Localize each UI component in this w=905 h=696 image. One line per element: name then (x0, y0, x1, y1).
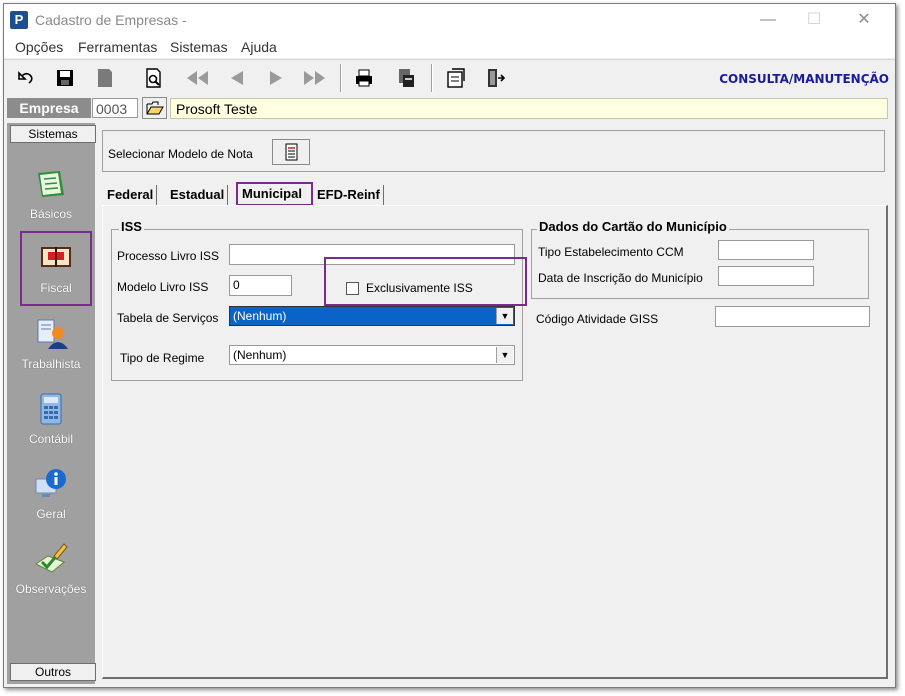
select-modelo-nota-button[interactable] (272, 139, 310, 165)
mode-label: CONSULTA/MANUTENÇÃO (719, 72, 889, 86)
sidebar-item-contabil[interactable]: Contábil (7, 388, 95, 458)
toolbar-separator (431, 64, 433, 92)
sidebar-item-observacoes[interactable]: Observações (7, 538, 95, 608)
cartao-municipio-title: Dados do Cartão do Município (537, 219, 729, 234)
sidebar-item-label: Fiscal (40, 281, 72, 295)
sidebar-item-label: Básicos (29, 207, 73, 221)
sidebar-item-label: Geral (36, 507, 66, 521)
app-logo-icon: P (10, 11, 28, 29)
print-preview-icon[interactable] (143, 67, 165, 89)
systems-sidebar: Sistemas Básicos Fiscal Trabalhista Cont… (7, 123, 96, 684)
sidebar-item-geral[interactable]: Geral (7, 463, 95, 533)
sidebar-item-basicos[interactable]: Básicos (7, 163, 95, 233)
save-icon[interactable] (54, 67, 76, 89)
sidebar-item-trabalhista[interactable]: Trabalhista (7, 313, 95, 383)
bookmark-icon[interactable] (94, 67, 116, 89)
modelo-livro-iss-input[interactable]: 0 (229, 275, 292, 296)
sidebar-footer-outros[interactable]: Outros (10, 663, 96, 681)
menu-ajuda[interactable]: Ajuda (241, 39, 277, 55)
chevron-down-icon[interactable]: ▼ (496, 347, 513, 363)
book-icon (38, 171, 64, 197)
sidebar-item-fiscal[interactable]: Fiscal (20, 231, 92, 306)
menu-bar: Opções Ferramentas Sistemas Ajuda (4, 36, 895, 58)
empresa-name-field[interactable]: Prosoft Teste (170, 98, 888, 119)
cartao-municipio-group (531, 229, 869, 299)
calculator-icon (40, 393, 62, 425)
tipo-estabelecimento-ccm-label: Tipo Estabelecimento CCM (538, 245, 684, 259)
tab-municipal[interactable]: Municipal (236, 182, 313, 206)
title-bar: P Cadastro de Empresas - — ☐ ✕ (4, 4, 895, 36)
minimize-button[interactable]: — (745, 4, 791, 36)
tipo-regime-select[interactable]: (Nenhum) ▼ (229, 345, 515, 365)
exclusivamente-iss-label[interactable]: Exclusivamente ISS (366, 281, 473, 295)
codigo-atividade-giss-input[interactable] (715, 306, 870, 327)
ledger-icon (41, 247, 71, 267)
toolbar-separator (340, 64, 342, 92)
previous-record-icon[interactable] (226, 67, 248, 89)
maximize-button[interactable]: ☐ (791, 4, 837, 36)
codigo-atividade-giss-label: Código Atividade GISS (536, 312, 659, 326)
exclusivamente-iss-checkbox[interactable] (346, 282, 359, 295)
empresa-code-field[interactable]: 0003 (92, 98, 138, 118)
sidebar-header[interactable]: Sistemas (10, 125, 96, 143)
modelo-livro-iss-label: Modelo Livro ISS (117, 280, 209, 294)
next-record-icon[interactable] (265, 67, 287, 89)
processo-livro-iss-label: Processo Livro ISS (117, 249, 220, 263)
first-record-icon[interactable] (184, 67, 210, 89)
printer-icon[interactable] (353, 67, 375, 89)
last-record-icon[interactable] (302, 67, 328, 89)
exclusivamente-iss-highlight: Exclusivamente ISS (324, 257, 527, 306)
tipo-regime-label: Tipo de Regime (120, 351, 205, 365)
info-monitor-icon (35, 469, 66, 497)
document-list-icon (285, 143, 298, 161)
sidebar-item-label: Trabalhista (21, 357, 81, 371)
undo-icon[interactable] (16, 67, 38, 89)
menu-sistemas[interactable]: Sistemas (170, 39, 228, 55)
chevron-down-icon[interactable]: ▼ (496, 308, 513, 324)
worker-icon (37, 319, 68, 349)
sidebar-item-label: Observações (15, 582, 87, 596)
folder-open-icon (146, 101, 164, 115)
modelo-nota-label: Selecionar Modelo de Nota (108, 147, 253, 161)
toolbar: CONSULTA/MANUTENÇÃO (4, 59, 895, 96)
tabela-servicos-value: (Nenhum) (233, 309, 287, 323)
main-window: P Cadastro de Empresas - — ☐ ✕ Opções Fe… (3, 3, 896, 688)
exit-door-icon[interactable] (484, 67, 506, 89)
tab-estadual[interactable]: Estadual (167, 185, 229, 205)
tab-federal[interactable]: Federal (104, 185, 158, 205)
tabela-servicos-label: Tabela de Serviços (117, 311, 219, 325)
close-button[interactable]: ✕ (841, 4, 887, 36)
tipo-regime-value: (Nenhum) (233, 348, 287, 362)
iss-group-title: ISS (119, 219, 144, 234)
tipo-estabelecimento-ccm-input[interactable] (718, 240, 814, 260)
window-title: Cadastro de Empresas - (35, 12, 187, 28)
data-inscricao-municipio-label: Data de Inscrição do Município (538, 271, 703, 285)
data-inscricao-municipio-input[interactable] (718, 266, 814, 286)
report-icon[interactable] (394, 67, 416, 89)
notes-icon[interactable] (444, 67, 466, 89)
menu-opcoes[interactable]: Opções (15, 39, 63, 55)
menu-ferramentas[interactable]: Ferramentas (78, 39, 157, 55)
open-empresa-button[interactable] (142, 97, 167, 119)
tabela-servicos-select[interactable]: (Nenhum) ▼ (229, 306, 515, 326)
sidebar-item-label: Contábil (28, 432, 74, 446)
tab-efd-reinf[interactable]: EFD-Reinf (314, 185, 384, 205)
empresa-label: Empresa (7, 98, 91, 118)
pencil-check-icon (35, 543, 68, 573)
